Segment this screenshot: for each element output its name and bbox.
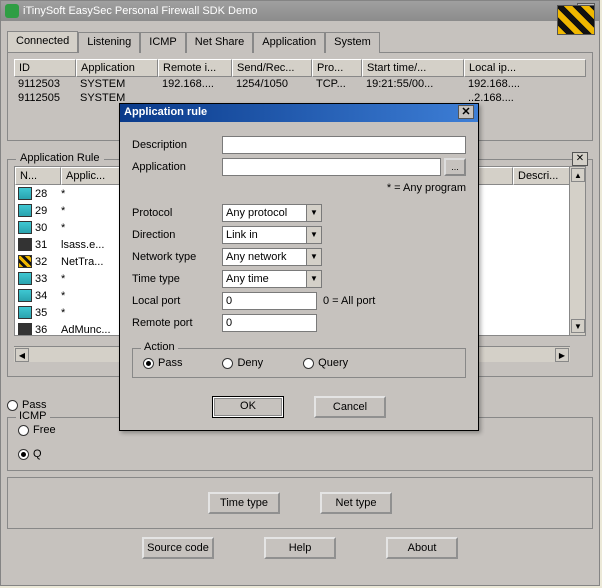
dialog-titlebar[interactable]: Application rule ✕: [120, 104, 478, 122]
radio-pass[interactable]: Pass: [143, 357, 182, 369]
tab-connected[interactable]: Connected: [7, 31, 78, 52]
status-icon: [18, 306, 32, 319]
action-legend: Action: [141, 341, 178, 353]
group-legend: Application Rule: [16, 152, 104, 164]
description-input[interactable]: [222, 136, 466, 154]
scroll-down-icon[interactable]: ▼: [571, 319, 585, 333]
status-icon: [18, 323, 32, 336]
dialog-title: Application rule: [124, 106, 207, 120]
label-application: Application: [132, 161, 222, 173]
browse-button[interactable]: ...: [444, 158, 466, 176]
app-icon: [5, 4, 19, 18]
dialog-close-button[interactable]: ✕: [458, 105, 474, 119]
window-title: iTinySoft EasySec Personal Firewall SDK …: [23, 5, 575, 17]
radio-query[interactable]: Query: [303, 357, 348, 369]
local-port-input[interactable]: [222, 292, 317, 310]
protocol-dropdown[interactable]: Any protocol▼: [222, 204, 322, 222]
col-start[interactable]: Start time/...: [362, 59, 464, 77]
tab-system[interactable]: System: [325, 32, 380, 53]
col-pro[interactable]: Pro...: [312, 59, 362, 77]
status-icon: [18, 272, 32, 285]
vertical-scrollbar[interactable]: ▲ ▼: [569, 167, 585, 335]
time-type-dropdown[interactable]: Any time▼: [222, 270, 322, 288]
cancel-button[interactable]: Cancel: [314, 396, 386, 418]
tab-application[interactable]: Application: [253, 32, 325, 53]
help-button[interactable]: Help: [264, 537, 336, 559]
remote-port-input[interactable]: [222, 314, 317, 332]
label-time-type: Time type: [132, 273, 222, 285]
status-icon: [18, 238, 32, 251]
source-code-button[interactable]: Source code: [142, 537, 214, 559]
chevron-down-icon: ▼: [306, 205, 321, 221]
chevron-down-icon: ▼: [306, 227, 321, 243]
net-type-button[interactable]: Net type: [320, 492, 392, 514]
table-row[interactable]: 9112503 SYSTEM 192.168.... 1254/1050 TCP…: [14, 77, 586, 91]
network-type-dropdown[interactable]: Any network▼: [222, 248, 322, 266]
col-n[interactable]: N...: [15, 167, 61, 185]
label-protocol: Protocol: [132, 207, 222, 219]
radio-q[interactable]: Q: [18, 448, 582, 460]
label-network-type: Network type: [132, 251, 222, 263]
close-icon[interactable]: ✕: [572, 152, 588, 166]
col-remote[interactable]: Remote i...: [158, 59, 232, 77]
col-id[interactable]: ID: [14, 59, 76, 77]
tab-icmp[interactable]: ICMP: [140, 32, 186, 53]
status-icon: [18, 204, 32, 217]
about-button[interactable]: About: [386, 537, 458, 559]
connected-header-row: ID Application Remote i... Send/Rec... P…: [14, 59, 586, 77]
status-icon: [18, 187, 32, 200]
label-local-port: Local port: [132, 295, 222, 307]
application-rule-dialog: Application rule ✕ Description Applicati…: [119, 103, 479, 431]
radio-deny[interactable]: Deny: [222, 357, 263, 369]
status-icon: [18, 289, 32, 302]
label-direction: Direction: [132, 229, 222, 241]
application-input[interactable]: [222, 158, 441, 176]
col-application[interactable]: Application: [76, 59, 158, 77]
icmp-legend: ICMP: [16, 410, 50, 422]
all-port-note: 0 = All port: [323, 295, 375, 307]
time-type-button[interactable]: Time type: [208, 492, 280, 514]
scroll-left-icon[interactable]: ◀: [15, 348, 29, 362]
col-sendrec[interactable]: Send/Rec...: [232, 59, 312, 77]
tab-netshare[interactable]: Net Share: [186, 32, 254, 53]
col-local[interactable]: Local ip...: [464, 59, 586, 77]
scroll-up-icon[interactable]: ▲: [571, 168, 585, 182]
chevron-down-icon: ▼: [306, 249, 321, 265]
direction-dropdown[interactable]: Link in▼: [222, 226, 322, 244]
label-description: Description: [132, 139, 222, 151]
ok-button[interactable]: OK: [212, 396, 284, 418]
tab-listening[interactable]: Listening: [78, 32, 140, 53]
scroll-right-icon[interactable]: ▶: [555, 348, 569, 362]
status-icon: [18, 221, 32, 234]
chevron-down-icon: ▼: [306, 271, 321, 287]
action-group: Action Pass Deny Query: [132, 348, 466, 378]
any-program-note: * = Any program: [132, 182, 466, 194]
tabstrip: Connected Listening ICMP Net Share Appli…: [7, 31, 593, 53]
main-window: iTinySoft EasySec Personal Firewall SDK …: [0, 0, 600, 586]
titlebar: iTinySoft EasySec Personal Firewall SDK …: [1, 1, 599, 21]
status-icon: [18, 255, 32, 268]
label-remote-port: Remote port: [132, 317, 222, 329]
